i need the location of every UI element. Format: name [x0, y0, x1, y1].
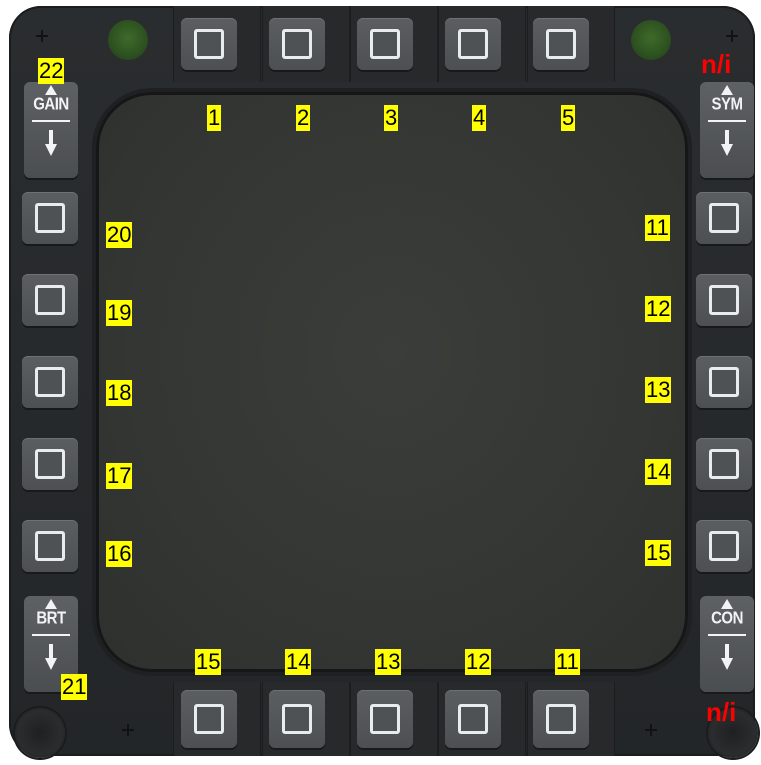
screw-icon — [645, 724, 657, 736]
osb-16[interactable] — [22, 520, 78, 572]
square-button-icon — [35, 203, 65, 233]
osb-number-tag: 12 — [465, 649, 492, 675]
arrow-up-icon — [721, 85, 733, 95]
brt-number-tag: 21 — [61, 674, 88, 700]
osb-15[interactable] — [696, 520, 752, 572]
screw-icon — [36, 30, 48, 42]
square-button-icon — [546, 29, 576, 59]
osb-11[interactable] — [696, 192, 752, 244]
osb-14[interactable] — [696, 438, 752, 490]
mfd-screen — [96, 92, 688, 672]
sym-label: SYM — [711, 94, 743, 115]
corner-knob-left — [15, 708, 65, 758]
square-button-icon — [458, 704, 488, 734]
osb-number-tag: 20 — [106, 222, 133, 248]
sym-rocker[interactable]: SYM — [700, 82, 754, 178]
square-button-icon — [370, 29, 400, 59]
square-button-icon — [35, 449, 65, 479]
osb-number-tag: 5 — [561, 105, 576, 131]
osb-number-tag: 13 — [645, 377, 672, 403]
divider — [32, 634, 70, 636]
square-button-icon — [709, 203, 739, 233]
osb-4[interactable] — [445, 18, 501, 70]
osb-bottom-15[interactable] — [181, 690, 237, 748]
square-button-icon — [35, 367, 65, 397]
square-button-icon — [709, 449, 739, 479]
osb-bottom-14[interactable] — [269, 690, 325, 748]
square-button-icon — [709, 367, 739, 397]
osb-number-tag: 13 — [375, 649, 402, 675]
osb-bottom-12[interactable] — [445, 690, 501, 748]
osb-1[interactable] — [181, 18, 237, 70]
square-button-icon — [35, 531, 65, 561]
osb-2[interactable] — [269, 18, 325, 70]
led-left-indicator — [108, 20, 148, 60]
osb-number-tag: 18 — [106, 380, 133, 406]
osb-number-tag: 15 — [645, 540, 672, 566]
osb-number-tag: 14 — [645, 459, 672, 485]
osb-bottom-11[interactable] — [533, 690, 589, 748]
con-not-implemented-note: n/i — [706, 697, 737, 727]
osb-20[interactable] — [22, 192, 78, 244]
square-button-icon — [709, 285, 739, 315]
osb-number-tag: 12 — [645, 296, 672, 322]
square-button-icon — [458, 29, 488, 59]
arrow-down-icon — [45, 130, 57, 160]
divider — [708, 634, 746, 636]
osb-number-tag: 19 — [106, 300, 133, 326]
arrow-down-icon — [45, 644, 57, 674]
brt-label: BRT — [36, 608, 66, 629]
square-button-icon — [282, 29, 312, 59]
square-button-icon — [35, 285, 65, 315]
con-label: CON — [711, 608, 743, 629]
osb-number-tag: 4 — [472, 105, 487, 131]
osb-bottom-13[interactable] — [357, 690, 413, 748]
square-button-icon — [709, 531, 739, 561]
square-button-icon — [194, 704, 224, 734]
gain-rocker[interactable]: GAIN — [24, 82, 78, 178]
osb-19[interactable] — [22, 274, 78, 326]
osb-number-tag: 11 — [645, 215, 670, 241]
square-button-icon — [282, 704, 312, 734]
osb-3[interactable] — [357, 18, 413, 70]
square-button-icon — [194, 29, 224, 59]
osb-12[interactable] — [696, 274, 752, 326]
square-button-icon — [546, 704, 576, 734]
osb-number-tag: 14 — [285, 649, 312, 675]
sym-not-implemented-note: n/i — [701, 49, 732, 79]
screw-icon — [726, 30, 738, 42]
arrow-down-icon — [721, 644, 733, 674]
gain-label: GAIN — [33, 94, 69, 115]
osb-number-tag: 11 — [555, 649, 580, 675]
osb-number-tag: 15 — [195, 649, 222, 675]
divider — [32, 120, 70, 122]
divider — [708, 120, 746, 122]
arrow-down-icon — [721, 130, 733, 160]
square-button-icon — [370, 704, 400, 734]
con-rocker[interactable]: CON — [700, 596, 754, 692]
osb-number-tag: 16 — [106, 541, 133, 567]
osb-number-tag: 3 — [384, 105, 399, 131]
osb-5[interactable] — [533, 18, 589, 70]
osb-18[interactable] — [22, 356, 78, 408]
osb-number-tag: 2 — [296, 105, 311, 131]
arrow-up-icon — [721, 599, 733, 609]
osb-13[interactable] — [696, 356, 752, 408]
arrow-up-icon — [45, 599, 57, 609]
screw-icon — [122, 724, 134, 736]
osb-number-tag: 1 — [207, 105, 222, 131]
arrow-up-icon — [45, 85, 57, 95]
osb-number-tag: 17 — [106, 463, 133, 489]
led-right-indicator — [631, 20, 671, 60]
osb-17[interactable] — [22, 438, 78, 490]
gain-number-tag: 22 — [38, 58, 65, 84]
